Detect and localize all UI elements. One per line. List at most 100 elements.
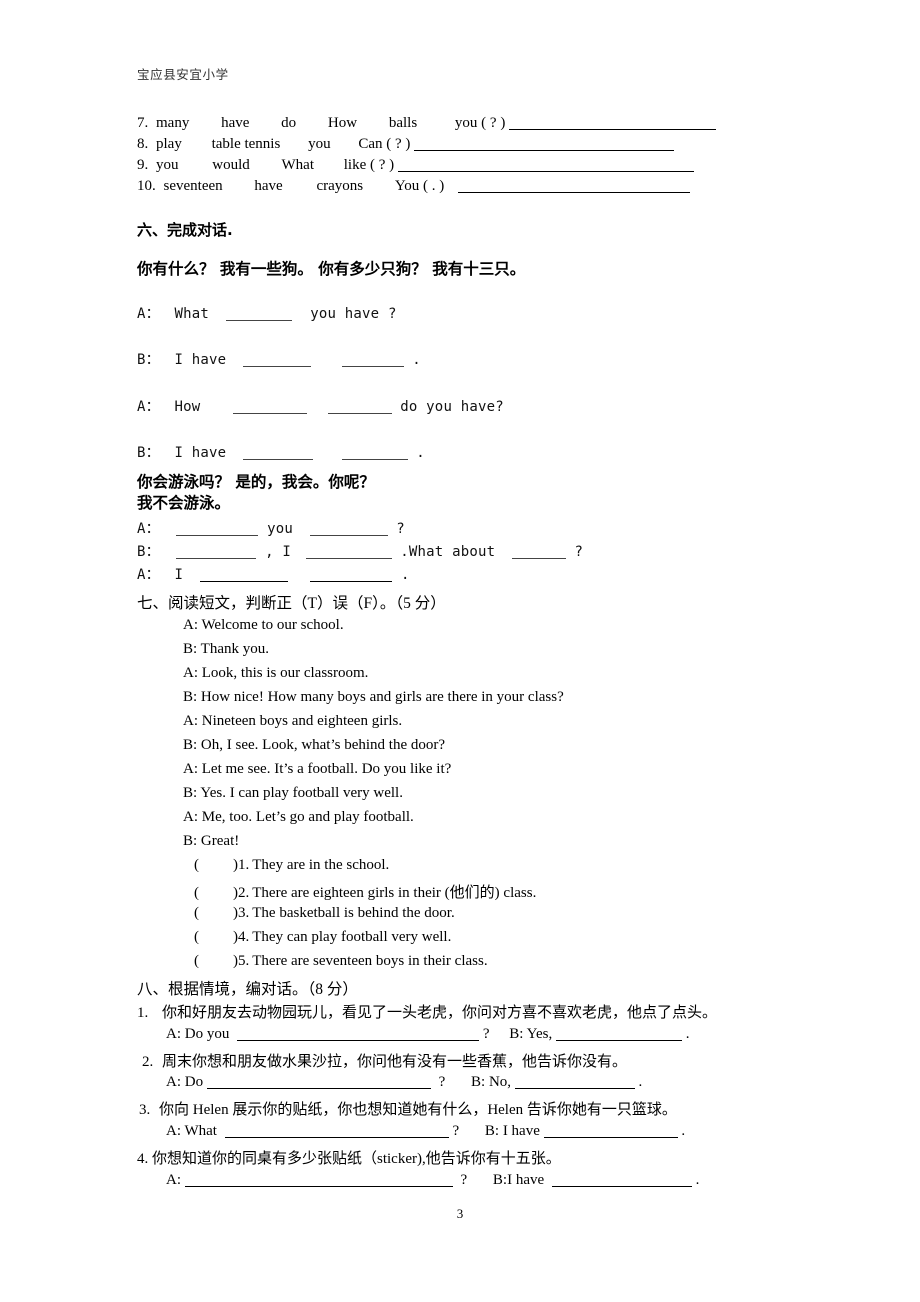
- open-paren: (: [194, 857, 199, 873]
- dialogue-text: .: [401, 567, 410, 583]
- passage-line: A: Look, this is our classroom.: [183, 665, 369, 681]
- answer-prefix-b: B: No,: [471, 1074, 512, 1090]
- open-paren: (: [194, 905, 199, 921]
- answer-blank-line[interactable]: [551, 1186, 692, 1187]
- situation-row: 4. 你想知道你的同桌有多少张贴纸（sticker),他告诉你有十五张。: [137, 1147, 561, 1168]
- answer-prefix-a: A:: [166, 1172, 181, 1188]
- answer-blank-line[interactable]: [509, 129, 717, 130]
- answer-blank-line[interactable]: [176, 558, 257, 559]
- judgement-text: They are in the school.: [252, 857, 390, 873]
- situation-text: 你想知道你的同桌有多少张贴纸（sticker),他告诉你有十五张。: [152, 1151, 561, 1167]
- answer-blank-line[interactable]: [457, 192, 690, 193]
- dialogue-text: ?: [396, 521, 405, 537]
- passage-line: B: Great!: [183, 833, 240, 849]
- section-six-prompt2-line1: 你会游泳吗？ 是的，我会。你呢？: [137, 473, 375, 491]
- open-paren: (: [194, 885, 199, 901]
- answer-blank-line[interactable]: [224, 1137, 449, 1138]
- answer-blank-line[interactable]: [305, 558, 392, 559]
- dialogue-text: I: [174, 567, 184, 583]
- dialogue-text: you: [267, 521, 294, 537]
- judgement-label: )5.: [233, 953, 250, 969]
- answer-suffix-b: .: [685, 1026, 690, 1042]
- word-order-item-8: 8. play table tennis you Can ( ? ): [137, 134, 675, 155]
- dialogue-text: you have ?: [310, 306, 397, 322]
- answer-blank-line[interactable]: [176, 535, 259, 536]
- answer-prefix-b: B: I have: [484, 1123, 540, 1139]
- answer-blank-line[interactable]: [327, 413, 392, 414]
- situation-row: 3. 你向 Helen 展示你的贴纸，你也想知道她有什么，Helen 告诉你她有…: [139, 1098, 677, 1119]
- answer-blank-line[interactable]: [184, 1186, 453, 1187]
- dialogue2-line-a2: A： I .: [137, 564, 410, 584]
- speaker-label: B：: [137, 544, 160, 560]
- answer-blank-line[interactable]: [309, 535, 388, 536]
- answer-blank-line[interactable]: [511, 558, 566, 559]
- item-number: 2.: [142, 1054, 154, 1070]
- answer-blank-line[interactable]: [233, 413, 308, 414]
- item-number: 9.: [137, 157, 149, 173]
- situation-text: 你向 Helen 展示你的贴纸，你也想知道她有什么，Helen 告诉你她有一只篮…: [159, 1102, 677, 1118]
- answer-blank-line[interactable]: [543, 1137, 678, 1138]
- judgement-row: ()1. They are in the school.: [194, 857, 389, 874]
- passage-line: B: How nice! How many boys and girls are…: [183, 689, 564, 705]
- situation-answer-row: A: ? B:I have .: [166, 1172, 699, 1189]
- word-token: crayons: [316, 178, 364, 194]
- answer-blank-line[interactable]: [242, 366, 311, 367]
- item-number: 1.: [137, 1005, 149, 1021]
- answer-blank-line[interactable]: [206, 1088, 431, 1089]
- answer-suffix-a: ?: [482, 1026, 490, 1042]
- situation-answer-row: A: Do ? B: No, .: [166, 1074, 642, 1091]
- dialogue2-line-a1: A： you ?: [137, 518, 405, 538]
- item-number: 10.: [137, 178, 156, 194]
- item-number: 7.: [137, 115, 149, 131]
- answer-blank-line[interactable]: [397, 171, 694, 172]
- passage-line: B: Thank you.: [183, 641, 269, 657]
- dialogue-text: ?: [574, 544, 584, 560]
- answer-prefix-a: A: What: [166, 1123, 217, 1139]
- answer-blank-line[interactable]: [341, 366, 404, 367]
- answer-blank-line[interactable]: [310, 581, 393, 582]
- judgement-row: ()2. There are eighteen girls in their (他…: [194, 881, 536, 902]
- school-header: 宝应县安宜小学: [137, 67, 229, 82]
- judgement-row: ()3. The basketball is behind the door.: [194, 905, 455, 922]
- passage-line: B: Oh, I see. Look, what’s behind the do…: [183, 737, 446, 753]
- speaker-label: A：: [137, 567, 160, 583]
- dialogue-text: .: [416, 445, 425, 461]
- section-six-prompt2-line2: 我不会游泳。: [137, 494, 231, 512]
- item-number: 3.: [139, 1102, 151, 1118]
- answer-prefix-b: B:I have: [492, 1172, 545, 1188]
- word-token: have: [254, 178, 283, 194]
- word-token: do: [281, 115, 297, 131]
- situation-answer-row: A: Do you ? B: Yes, .: [166, 1026, 689, 1043]
- answer-blank-line[interactable]: [414, 150, 675, 151]
- word-token: many: [156, 115, 190, 131]
- section-six-prompt: 你有什么？ 我有一些狗。 你有多少只狗？ 我有十三只。: [137, 260, 526, 278]
- item-number: 4.: [137, 1151, 149, 1167]
- section-seven-heading: 七、阅读短文，判断正（T）误（F）。（5 分）: [137, 595, 446, 612]
- dialogue-line-b1: B： I have .: [137, 349, 421, 369]
- word-token: have: [221, 115, 250, 131]
- word-token: you: [308, 136, 331, 152]
- answer-blank-line[interactable]: [555, 1040, 682, 1041]
- answer-blank-line[interactable]: [514, 1088, 635, 1089]
- answer-blank-line[interactable]: [341, 459, 408, 460]
- passage-line: B: Yes. I can play football very well.: [183, 785, 403, 801]
- judgement-label: )2.: [233, 885, 250, 901]
- answer-suffix-a: ?: [452, 1123, 460, 1139]
- dialogue-text: I have: [174, 445, 227, 461]
- situation-answer-row: A: What ? B: I have .: [166, 1123, 685, 1140]
- word-order-item-10: 10. seventeen have crayons You ( . ): [137, 176, 690, 197]
- item-number: 8.: [137, 136, 149, 152]
- word-token: would: [212, 157, 250, 173]
- answer-blank-line[interactable]: [199, 581, 288, 582]
- word-token: like ( ? ): [343, 157, 395, 173]
- judgement-text: The basketball is behind the door.: [252, 905, 455, 921]
- section-eight-heading: 八、根据情境，编对话。（8 分）: [137, 981, 358, 998]
- answer-blank-line[interactable]: [225, 320, 292, 321]
- word-token: play: [156, 136, 182, 152]
- situation-text: 周末你想和朋友做水果沙拉，你问他有没有一些香蕉，他告诉你没有。: [162, 1054, 628, 1070]
- answer-blank-line[interactable]: [237, 1040, 480, 1041]
- answer-blank-line[interactable]: [242, 459, 313, 460]
- open-paren: (: [194, 929, 199, 945]
- answer-prefix-a: A: Do: [166, 1074, 204, 1090]
- judgement-text: There are seventeen boys in their class.: [252, 953, 488, 969]
